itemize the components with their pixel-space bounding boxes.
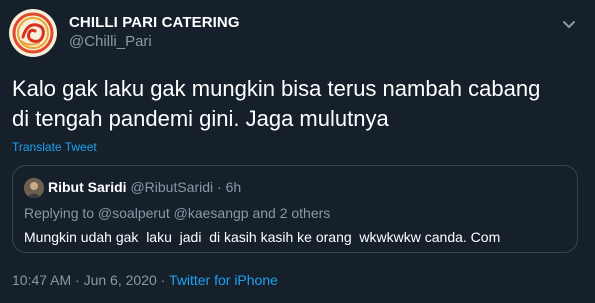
tweet-source-link[interactable]: Twitter for iPhone	[169, 272, 278, 288]
separator-dot: ·	[217, 179, 222, 195]
more-options-button[interactable]	[559, 14, 579, 34]
tweet-text: Kalo gak laku gak mungkin bisa terus nam…	[12, 74, 587, 134]
chevron-down-icon	[563, 21, 575, 28]
author-handle[interactable]: @Chilli_Pari	[69, 33, 240, 51]
quoted-text: Mungkin udah gak laku jadi di kasih kasi…	[24, 229, 501, 245]
separator-dot: ·	[160, 272, 166, 288]
quoted-author-name[interactable]: Ribut Saridi	[48, 179, 127, 195]
quoted-author-handle[interactable]: @RibutSaridi	[130, 179, 213, 195]
author-avatar[interactable]	[9, 9, 57, 57]
quoted-tweet[interactable]: Ribut Saridi @RibutSaridi · 6h Replying …	[12, 165, 578, 253]
chilli-pari-logo-icon	[10, 10, 56, 56]
quoted-timestamp[interactable]: 6h	[226, 179, 242, 195]
tweet-text-line: Kalo gak laku gak mungkin bisa terus nam…	[12, 76, 541, 101]
quoted-reply-context: Replying to @soalperut @kaesangp and 2 o…	[24, 205, 331, 221]
tweet-timestamp[interactable]: 10:47 AM · Jun 6, 2020	[12, 272, 157, 288]
tweet-meta: 10:47 AM · Jun 6, 2020 · Twitter for iPh…	[12, 272, 278, 288]
author-name[interactable]: CHILLI PARI CATERING	[69, 14, 240, 32]
tweet-card: CHILLI PARI CATERING @Chilli_Pari Kalo g…	[0, 0, 595, 303]
author-block: CHILLI PARI CATERING @Chilli_Pari	[69, 14, 240, 51]
translate-tweet-link[interactable]: Translate Tweet	[12, 140, 97, 154]
tweet-text-line: di tengah pandemi gini. Jaga mulutnya	[12, 106, 389, 131]
quoted-header: Ribut Saridi @RibutSaridi · 6h	[48, 179, 241, 196]
user-photo-icon	[24, 178, 44, 198]
quoted-author-avatar[interactable]	[24, 178, 44, 198]
